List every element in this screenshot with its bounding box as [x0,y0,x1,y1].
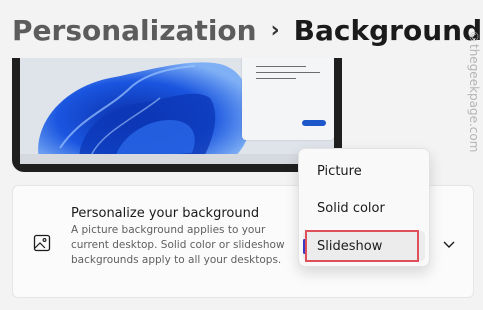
card-title: Personalize your background [71,206,260,221]
card-description: A picture background applies to your cur… [71,224,285,266]
preview-button [302,120,326,126]
option-picture[interactable]: Picture [303,156,425,186]
preview-taskbar [20,154,334,164]
breadcrumb: Personalization › Background [12,8,482,52]
watermark: ©thegeekpage.com [467,30,481,153]
highlight-annotation [305,230,419,262]
desktop-preview [12,58,342,172]
page-title: Background [293,13,483,47]
breadcrumb-separator: › [270,17,280,43]
preview-screen [20,58,334,164]
preview-window [242,58,334,140]
breadcrumb-personalization[interactable]: Personalization [12,14,257,47]
image-icon [33,234,51,252]
chevron-down-icon[interactable] [441,236,457,252]
option-solid-color[interactable]: Solid color [303,193,425,223]
